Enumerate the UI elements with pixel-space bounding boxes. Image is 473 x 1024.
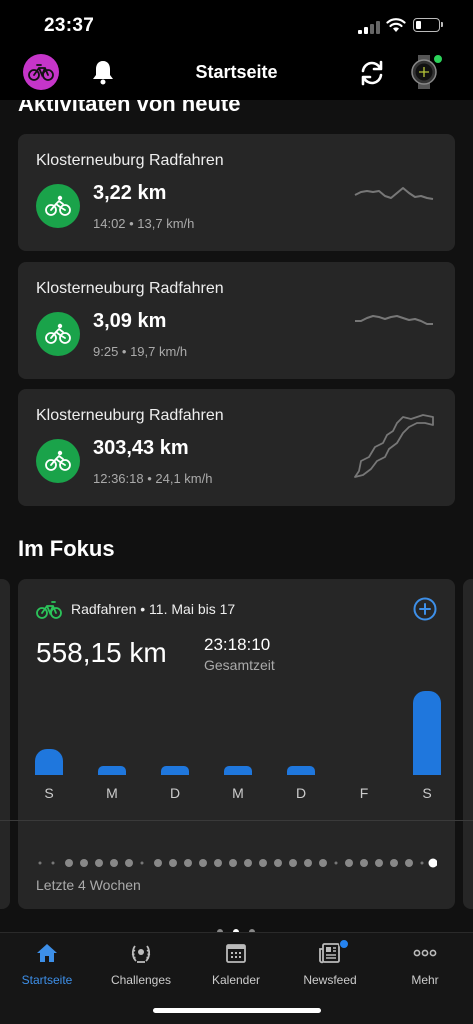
week-pager-dots[interactable] xyxy=(36,857,437,869)
chart-day-label: M xyxy=(106,785,118,801)
laurel-icon xyxy=(131,945,151,963)
home-feed[interactable]: Aktivitäten von heute Klosterneuburg Rad… xyxy=(0,100,473,932)
activity-distance: 3,09 km xyxy=(93,310,167,332)
chart-bar xyxy=(98,766,126,775)
route-thumbnail xyxy=(354,414,434,478)
sync-icon[interactable] xyxy=(357,58,387,88)
chart-bar xyxy=(161,766,189,775)
status-bar: 23:37 xyxy=(0,0,473,50)
activity-meta: 9:25 • 19,7 km/h xyxy=(93,344,188,359)
home-indicator xyxy=(153,1008,321,1013)
bike-icon xyxy=(36,601,62,619)
activity-card[interactable]: Klosterneuburg Radfahren 3,22 km 14:02 •… xyxy=(18,134,455,251)
cycling-activity-icon xyxy=(36,439,80,483)
tab-label: Startseite xyxy=(21,973,73,987)
activity-meta: 12:36:18 • 24,1 km/h xyxy=(93,471,213,486)
section-heading-focus: Im Fokus xyxy=(18,536,115,561)
tab-mehr[interactable]: Mehr xyxy=(378,933,472,1003)
route-thumbnail xyxy=(354,187,434,200)
cycling-activity-icon xyxy=(36,184,80,228)
section-heading-today: Aktivitäten von heute xyxy=(18,100,241,116)
wifi-icon xyxy=(386,18,406,32)
tab-kalender[interactable]: Kalender xyxy=(189,933,283,1003)
activity-meta: 14:02 • 13,7 km/h xyxy=(93,216,195,231)
activity-distance: 3,22 km xyxy=(93,182,167,204)
tab-label: Challenges xyxy=(110,973,172,987)
carousel-card-previous[interactable] xyxy=(0,579,10,909)
activity-title: Klosterneuburg Radfahren xyxy=(36,280,224,297)
activity-distance: 303,43 km xyxy=(93,437,189,459)
home-icon xyxy=(37,944,57,962)
tab-label: Kalender xyxy=(211,973,261,987)
activity-card[interactable]: Klosterneuburg Radfahren 303,43 km 12:36… xyxy=(18,389,455,506)
chart-day-label: F xyxy=(359,785,369,801)
focus-label: Radfahren • 11. Mai bis 17 xyxy=(71,601,236,617)
chart-bar xyxy=(413,691,441,775)
page-title: Startseite xyxy=(195,62,278,82)
chart-day-label: S xyxy=(44,785,54,801)
more-icon xyxy=(413,949,437,957)
cycling-activity-icon xyxy=(36,312,80,356)
chart-day-label: D xyxy=(295,785,307,801)
chart-day-label: S xyxy=(422,785,432,801)
carousel-card-next[interactable] xyxy=(463,579,473,909)
chart-day-label: M xyxy=(232,785,244,801)
calendar-icon xyxy=(226,944,246,963)
activity-title: Klosterneuburg Radfahren xyxy=(36,407,224,424)
battery-icon xyxy=(413,18,443,32)
chart-bar xyxy=(224,766,252,775)
add-plus-icon[interactable] xyxy=(413,597,437,621)
tab-startseite[interactable]: Startseite xyxy=(0,933,94,1003)
notification-badge xyxy=(339,939,349,949)
activity-card[interactable]: Klosterneuburg Radfahren 3,09 km 9:25 • … xyxy=(18,262,455,379)
tab-newsfeed[interactable]: Newsfeed xyxy=(283,933,377,1003)
divider xyxy=(0,820,473,821)
activity-title: Klosterneuburg Radfahren xyxy=(36,152,224,169)
tab-label: Newsfeed xyxy=(303,973,357,987)
focus-footer: Letzte 4 Wochen xyxy=(36,877,141,893)
focus-card[interactable]: Radfahren • 11. Mai bis 17 558,15 km 23:… xyxy=(0,579,473,909)
cellular-signal-icon xyxy=(358,21,380,34)
chart-bar xyxy=(287,766,315,775)
chart-day-label: D xyxy=(169,785,181,801)
focus-total-distance: 558,15 km xyxy=(36,637,167,668)
chart-bar xyxy=(35,749,63,775)
tab-challenges[interactable]: Challenges xyxy=(94,933,188,1003)
tab-label: Mehr xyxy=(411,973,439,987)
route-thumbnail xyxy=(355,315,433,325)
status-time: 23:37 xyxy=(44,15,95,36)
device-connected-dot xyxy=(433,54,443,64)
focus-total-time: 23:18:10 xyxy=(204,635,271,654)
focus-total-time-label: Gesamtzeit xyxy=(204,657,275,673)
